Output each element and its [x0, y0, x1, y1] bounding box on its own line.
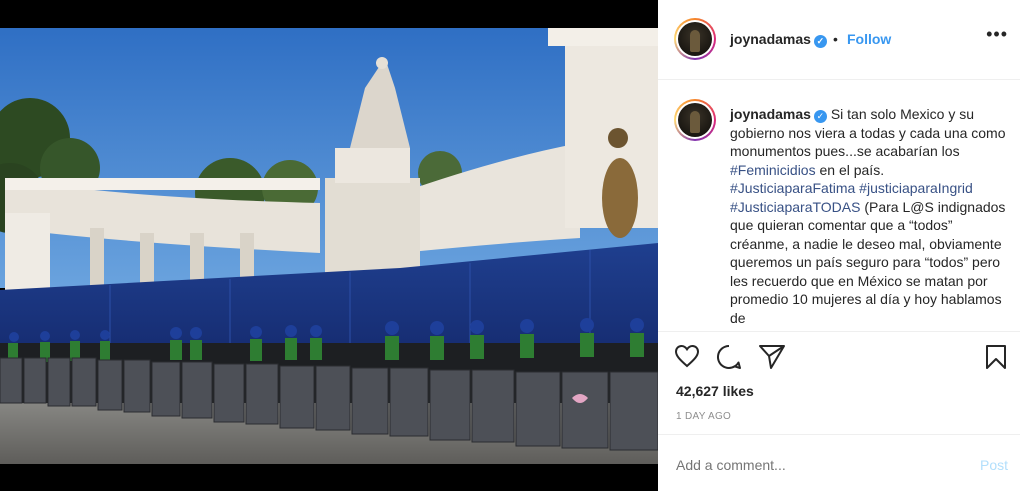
- hashtag-link[interactable]: #JusticiaparaTODAS: [730, 199, 860, 215]
- caption-body: (Para L@S indignados que quieran comenta…: [730, 198, 1006, 326]
- caption-text: joynadamas ✓ Si tan solo Mexico y su gobi…: [730, 105, 1006, 327]
- verified-icon: ✓: [813, 35, 827, 48]
- post-date[interactable]: 1 DAY AGO: [676, 411, 731, 422]
- likes-count[interactable]: 42,627 likes: [676, 383, 754, 399]
- caption: joynadamas ✓ Si tan solo Mexico y su gobi…: [658, 81, 1020, 331]
- separator-dot: •: [833, 31, 838, 47]
- follow-button[interactable]: Follow: [847, 31, 891, 47]
- avatar-image: [678, 22, 712, 56]
- caption-username[interactable]: joynadamas: [730, 106, 811, 122]
- share-icon[interactable]: [758, 344, 786, 370]
- verified-icon: ✓: [813, 110, 827, 123]
- caption-avatar[interactable]: [674, 99, 716, 141]
- avatar[interactable]: [674, 18, 716, 60]
- comment-input[interactable]: [676, 457, 956, 473]
- post-photo[interactable]: [0, 28, 658, 464]
- heart-icon[interactable]: [674, 344, 700, 368]
- post-comment-button[interactable]: Post: [980, 457, 1008, 473]
- hashtag-link[interactable]: #Feminicidios: [730, 162, 816, 178]
- comment-icon[interactable]: [716, 344, 742, 370]
- username-link[interactable]: joynadamas ✓: [730, 31, 827, 48]
- photo-scene: [0, 28, 658, 464]
- bookmark-icon[interactable]: [984, 344, 1008, 370]
- post-header: joynadamas ✓ • Follow •••: [658, 0, 1020, 80]
- post-panel: joynadamas ✓ • Follow ••• joynadamas ✓ Si …: [658, 0, 1020, 491]
- comment-bar: Post: [658, 434, 1020, 491]
- hashtag-link[interactable]: #justiciaparaIngrid: [859, 180, 973, 196]
- more-icon[interactable]: •••: [986, 24, 1008, 45]
- caption-body: en el país.: [815, 161, 885, 178]
- hashtag-link[interactable]: #JusticiaparaFatima: [730, 180, 855, 196]
- avatar-image: [678, 103, 712, 137]
